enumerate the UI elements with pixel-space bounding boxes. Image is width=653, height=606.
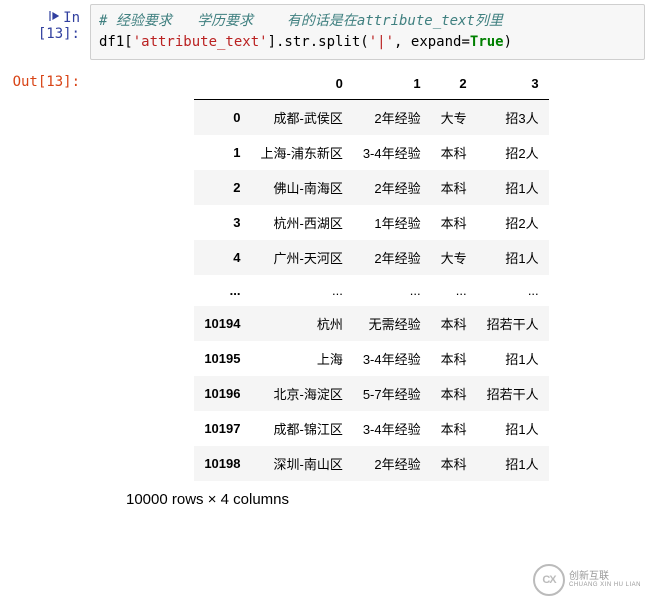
cell: 本科 bbox=[431, 376, 477, 411]
table-row: 2佛山-南海区2年经验本科招1人 bbox=[194, 170, 548, 205]
cell: 1年经验 bbox=[353, 205, 431, 240]
row-index: 1 bbox=[194, 135, 250, 170]
watermark: CX 创新互联 CHUANG XIN HU LIAN bbox=[533, 564, 641, 596]
watermark-logo: CX bbox=[533, 564, 565, 596]
col-header: 0 bbox=[250, 68, 352, 100]
input-prompt: In [13]: bbox=[0, 4, 90, 42]
row-index: 3 bbox=[194, 205, 250, 240]
cell: 本科 bbox=[431, 170, 477, 205]
cell: 本科 bbox=[431, 446, 477, 481]
cell: 本科 bbox=[431, 306, 477, 341]
cell: 招若干人 bbox=[477, 306, 549, 341]
cell: ... bbox=[353, 275, 431, 306]
table-row: 1上海-浦东新区3-4年经验本科招2人 bbox=[194, 135, 548, 170]
col-header: 1 bbox=[353, 68, 431, 100]
table-row: 10198深圳-南山区2年经验本科招1人 bbox=[194, 446, 548, 481]
cell: 本科 bbox=[431, 341, 477, 376]
output-cell: Out[13]: 0 1 2 3 0成都-武侯区2年经验大专招3人1上海-浦东新… bbox=[0, 64, 653, 520]
input-cell: In [13]: # 经验要求 学历要求 有的话是在attribute_text… bbox=[0, 0, 653, 64]
cell: 3-4年经验 bbox=[353, 411, 431, 446]
cell: 3-4年经验 bbox=[353, 135, 431, 170]
cell: 招2人 bbox=[477, 135, 549, 170]
cell: 大专 bbox=[431, 100, 477, 136]
table-header-row: 0 1 2 3 bbox=[194, 68, 548, 100]
dataframe-table: 0 1 2 3 0成都-武侯区2年经验大专招3人1上海-浦东新区3-4年经验本科… bbox=[194, 68, 548, 481]
table-row: 10197成都-锦江区3-4年经验本科招1人 bbox=[194, 411, 548, 446]
row-index: 10195 bbox=[194, 341, 250, 376]
index-header bbox=[194, 68, 250, 100]
cell: 杭州 bbox=[250, 306, 352, 341]
table-summary: 10000 rows × 4 columns bbox=[98, 491, 645, 508]
cell: 本科 bbox=[431, 205, 477, 240]
cell: 5-7年经验 bbox=[353, 376, 431, 411]
cell: 大专 bbox=[431, 240, 477, 275]
cell: 杭州-西湖区 bbox=[250, 205, 352, 240]
cell: 成都-锦江区 bbox=[250, 411, 352, 446]
output-prompt: Out[13]: bbox=[0, 68, 90, 90]
cell: 上海 bbox=[250, 341, 352, 376]
row-index: 2 bbox=[194, 170, 250, 205]
cell: ... bbox=[477, 275, 549, 306]
output-prompt-label: Out[13]: bbox=[13, 74, 80, 90]
run-icon[interactable] bbox=[49, 10, 59, 26]
cell: 无需经验 bbox=[353, 306, 431, 341]
cell: 2年经验 bbox=[353, 170, 431, 205]
row-index: ... bbox=[194, 275, 250, 306]
row-index: 4 bbox=[194, 240, 250, 275]
table-row: 3杭州-西湖区1年经验本科招2人 bbox=[194, 205, 548, 240]
cell: ... bbox=[431, 275, 477, 306]
cell: 2年经验 bbox=[353, 240, 431, 275]
table-row: 10196北京-海淀区5-7年经验本科招若干人 bbox=[194, 376, 548, 411]
table-row: 10194杭州无需经验本科招若干人 bbox=[194, 306, 548, 341]
cell: 上海-浦东新区 bbox=[250, 135, 352, 170]
row-index: 10198 bbox=[194, 446, 250, 481]
row-index: 0 bbox=[194, 100, 250, 136]
cell: 招1人 bbox=[477, 411, 549, 446]
cell: ... bbox=[250, 275, 352, 306]
cell: 深圳-南山区 bbox=[250, 446, 352, 481]
watermark-line1: 创新互联 bbox=[569, 571, 641, 582]
code-input[interactable]: # 经验要求 学历要求 有的话是在attribute_text列里 df1['a… bbox=[90, 4, 645, 60]
cell: 招若干人 bbox=[477, 376, 549, 411]
output-area: 0 1 2 3 0成都-武侯区2年经验大专招3人1上海-浦东新区3-4年经验本科… bbox=[90, 68, 653, 516]
table-row: 0成都-武侯区2年经验大专招3人 bbox=[194, 100, 548, 136]
cell: 佛山-南海区 bbox=[250, 170, 352, 205]
cell: 本科 bbox=[431, 135, 477, 170]
table-row: 4广州-天河区2年经验大专招1人 bbox=[194, 240, 548, 275]
cell: 2年经验 bbox=[353, 446, 431, 481]
cell: 北京-海淀区 bbox=[250, 376, 352, 411]
cell: 招1人 bbox=[477, 446, 549, 481]
table-row: ............... bbox=[194, 275, 548, 306]
cell: 招1人 bbox=[477, 170, 549, 205]
cell: 本科 bbox=[431, 411, 477, 446]
col-header: 3 bbox=[477, 68, 549, 100]
cell: 2年经验 bbox=[353, 100, 431, 136]
cell: 招2人 bbox=[477, 205, 549, 240]
code-comment: # 经验要求 学历要求 有的话是在attribute_text列里 bbox=[99, 13, 503, 29]
cell: 招3人 bbox=[477, 100, 549, 136]
cell: 3-4年经验 bbox=[353, 341, 431, 376]
watermark-line2: CHUANG XIN HU LIAN bbox=[569, 582, 641, 589]
cell: 招1人 bbox=[477, 341, 549, 376]
col-header: 2 bbox=[431, 68, 477, 100]
row-index: 10194 bbox=[194, 306, 250, 341]
cell: 广州-天河区 bbox=[250, 240, 352, 275]
cell: 招1人 bbox=[477, 240, 549, 275]
table-row: 10195上海3-4年经验本科招1人 bbox=[194, 341, 548, 376]
cell: 成都-武侯区 bbox=[250, 100, 352, 136]
row-index: 10196 bbox=[194, 376, 250, 411]
row-index: 10197 bbox=[194, 411, 250, 446]
